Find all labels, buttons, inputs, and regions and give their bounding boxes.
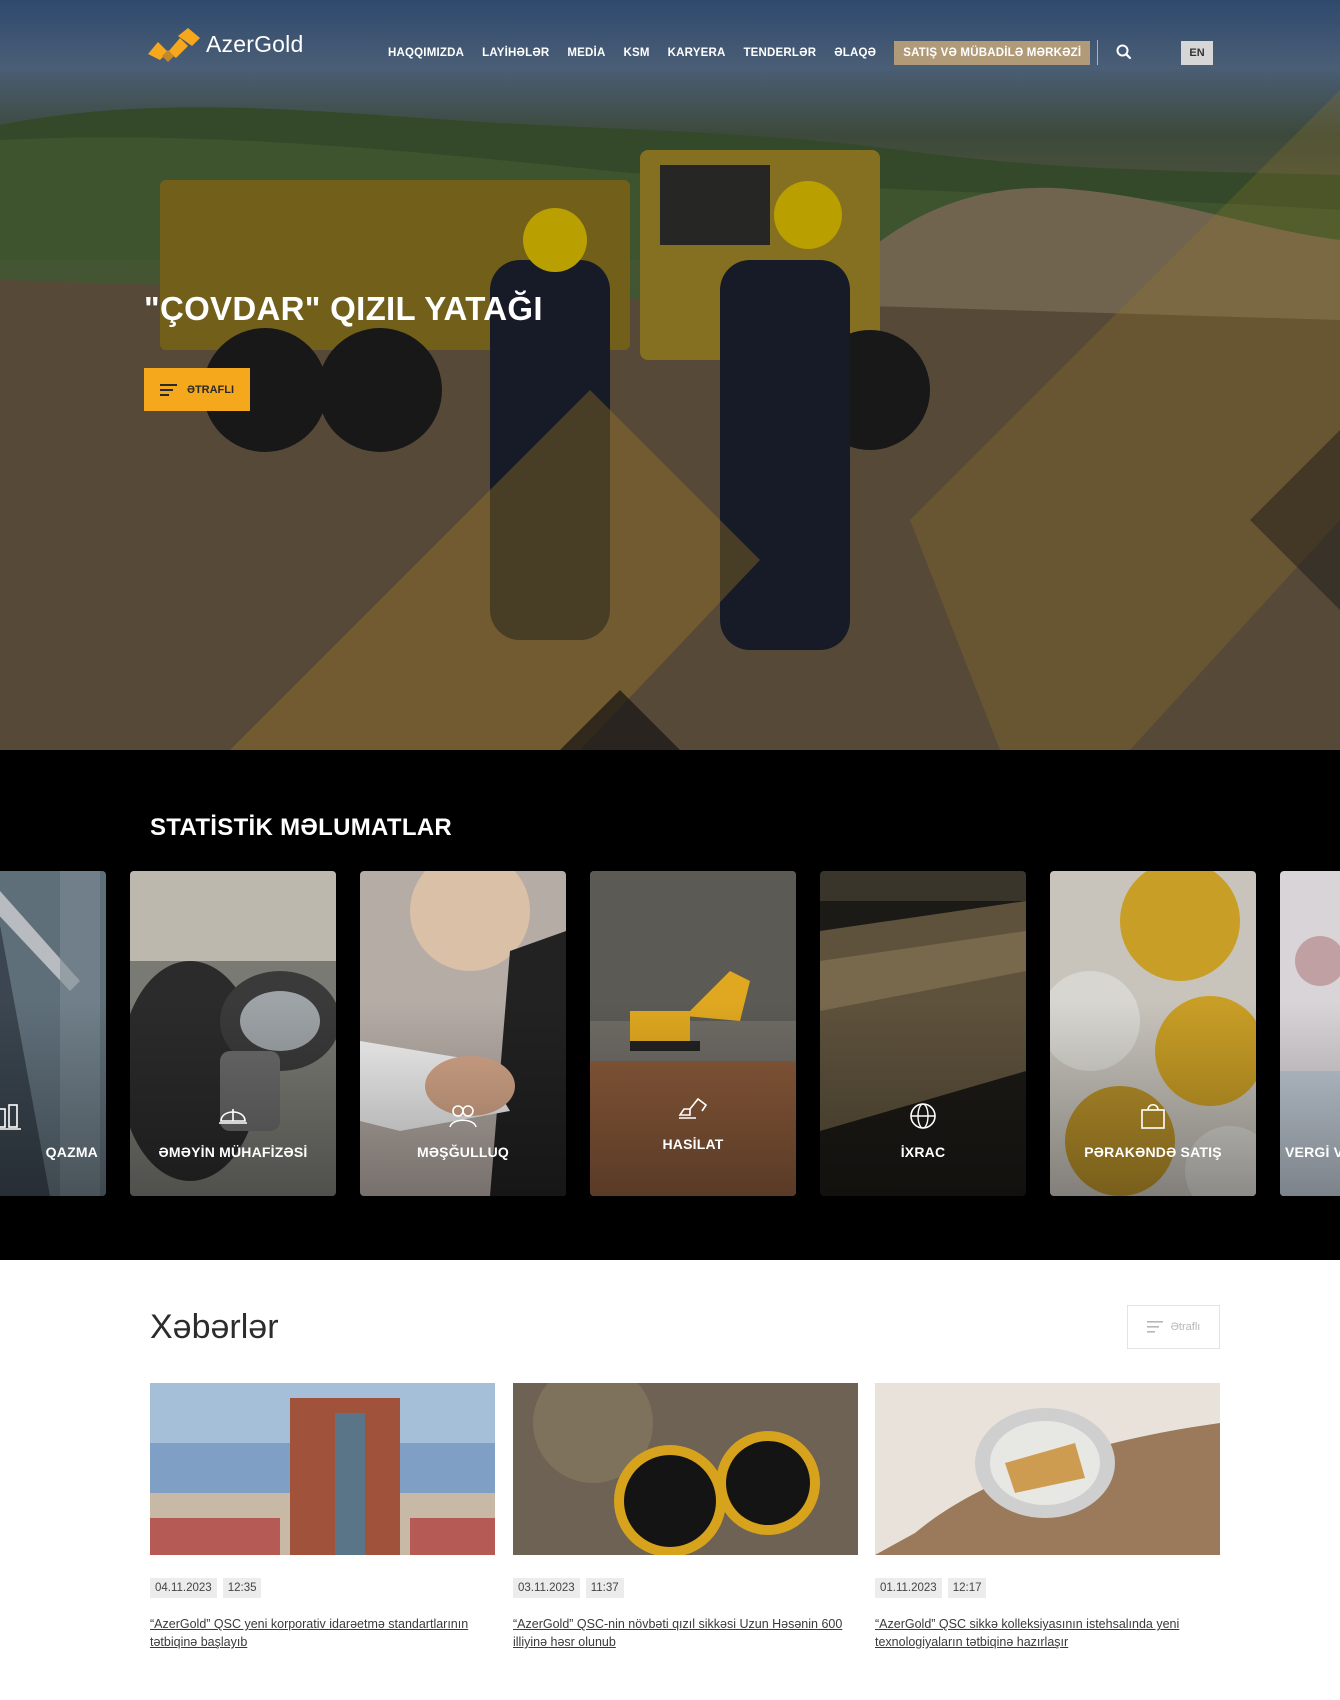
news-card[interactable]: 03.11.2023 11:37 “AzerGold” QSC-nin növb… [513,1383,858,1651]
hero-banner: AzerGold HAQQIMIZDA LAYİHƏLƏR MEDİA KSM … [0,0,1340,750]
nav-item-about[interactable]: HAQQIMIZDA [388,47,464,59]
news-more-button[interactable]: Ətraflı [1127,1305,1220,1349]
stat-label-employment: MƏŞĞULLUQ [416,1144,510,1160]
nav-item-contact[interactable]: ƏLAQƏ [834,47,876,59]
news-thumbnail[interactable] [150,1383,495,1555]
language-switch-button[interactable]: EN [1181,41,1213,65]
stat-label-export: İXRAC [900,1144,946,1160]
hero-title: "ÇOVDAR" QIZIL YATAĞI [144,290,543,327]
stat-card-drilling[interactable]: QAZMA [0,871,106,1196]
nav-divider [1097,40,1098,65]
news-card[interactable]: 04.11.2023 12:35 “AzerGold” QSC yeni kor… [150,1383,495,1651]
people-icon [449,1105,477,1128]
nav-item-csr[interactable]: KSM [623,47,649,59]
news-time: 12:35 [222,1578,262,1598]
stat-card-export[interactable]: İXRAC [820,871,1026,1196]
news-meta: 01.11.2023 12:17 [875,1578,1220,1598]
news-meta: 04.11.2023 12:35 [150,1578,495,1598]
menu-lines-icon [1146,1321,1163,1333]
hero-more-label: ƏTRAFLI [186,383,235,396]
news-title: Xəbərlər [150,1308,279,1346]
site-header: AzerGold HAQQIMIZDA LAYİHƏLƏR MEDİA KSM … [0,0,1340,104]
stat-label-drilling: QAZMA [45,1144,98,1160]
main-nav: HAQQIMIZDA LAYİHƏLƏR MEDİA KSM KARYERA T… [388,41,1091,65]
news-thumbnail[interactable] [513,1383,858,1555]
news-time: 12:17 [947,1578,987,1598]
nav-item-career[interactable]: KARYERA [668,47,726,59]
sales-exchange-center-button[interactable]: SATIŞ VƏ MÜBADİLƏ MƏRKƏZİ [894,41,1091,65]
news-date: 03.11.2023 [513,1578,580,1598]
news-meta: 03.11.2023 11:37 [513,1578,858,1598]
excavator-icon [678,1097,708,1119]
stat-label-labour-protection: ƏMƏYİN MÜHAFİZƏSİ [158,1144,308,1160]
stat-card-tax[interactable]: VERGİ V [1280,871,1340,1196]
statistics-section: STATİSTİK MƏLUMATLAR QAZMA ƏMƏYİN MÜHAFİ… [0,750,1340,1260]
stat-label-retail: PƏRAKƏNDƏ SATIŞ [1084,1144,1222,1160]
search-icon[interactable] [1114,42,1134,62]
stat-label-tax: VERGİ V [1285,1144,1340,1160]
coin-collection-photo [875,1383,1220,1555]
menu-lines-icon [159,383,177,396]
stat-label-production: HASİLAT [662,1136,724,1152]
news-headline-link[interactable]: “AzerGold” QSC yeni korporativ idarəetmə… [150,1615,495,1651]
gold-coin-photo [513,1383,858,1555]
stat-card-labour-protection[interactable]: ƏMƏYİN MÜHAFİZƏSİ [130,871,336,1196]
logo-mark-icon [148,28,200,62]
shopping-bag-icon [1141,1103,1165,1129]
news-headline-link[interactable]: “AzerGold” QSC sikkə kolleksiyasının ist… [875,1615,1220,1651]
news-thumbnail[interactable] [875,1383,1220,1555]
azergold-logo[interactable]: AzerGold [148,26,303,62]
logo-text: AzerGold [206,30,304,57]
hero-more-button[interactable]: ƏTRAFLI [144,368,250,411]
news-more-label: Ətraflı [1170,1321,1201,1333]
news-section: Xəbərlər Ətraflı 04.11.2023 12:35 “AzerG… [0,1260,1340,1700]
stat-card-production[interactable]: HASİLAT [590,871,796,1196]
drill-icon [0,1104,21,1130]
stat-card-employment[interactable]: MƏŞĞULLUQ [360,871,566,1196]
helmet-icon [219,1109,247,1124]
statistics-title: STATİSTİK MƏLUMATLAR [150,814,453,841]
news-headline-link[interactable]: “AzerGold” QSC-nin növbəti qızıl sikkəsi… [513,1615,858,1651]
stat-card-retail[interactable]: PƏRAKƏNDƏ SATIŞ [1050,871,1256,1196]
nav-item-projects[interactable]: LAYİHƏLƏR [482,47,549,59]
nav-item-media[interactable]: MEDİA [567,47,605,59]
globe-icon [910,1103,936,1129]
news-card[interactable]: 01.11.2023 12:17 “AzerGold” QSC sikkə ko… [875,1383,1220,1651]
news-date: 01.11.2023 [875,1578,942,1598]
news-time: 11:37 [585,1578,624,1598]
news-date: 04.11.2023 [150,1578,217,1598]
nav-item-tenders[interactable]: TENDERLƏR [743,47,816,59]
building-photo [150,1383,495,1555]
